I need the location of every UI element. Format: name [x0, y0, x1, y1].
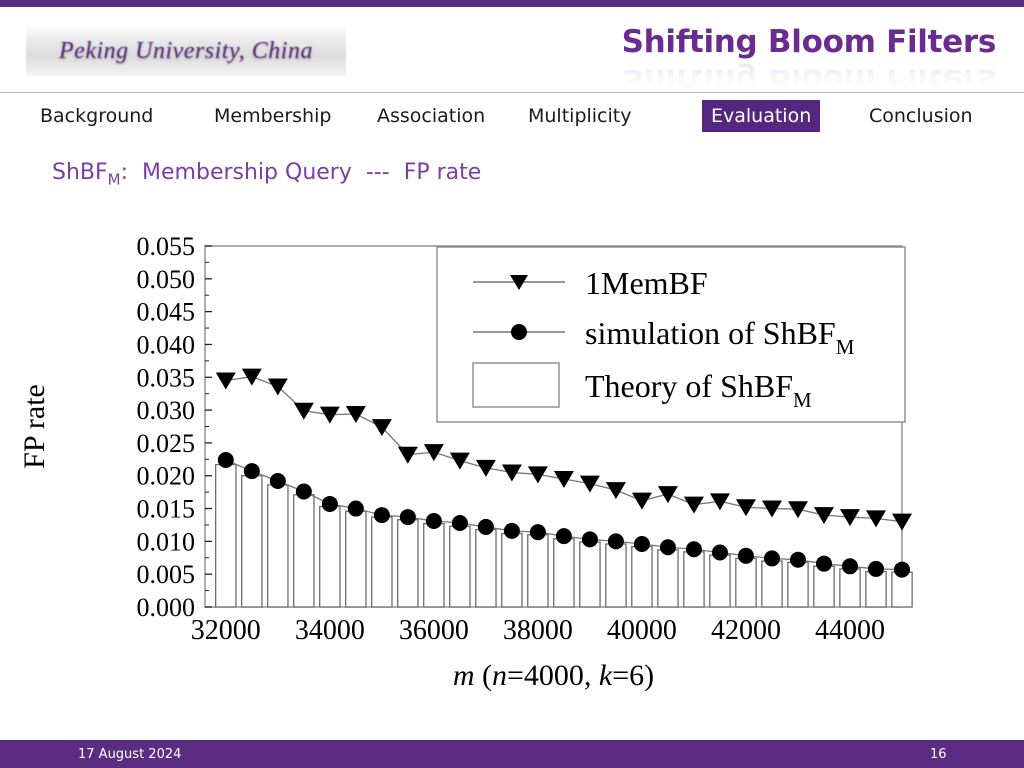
page-title: Shifting Bloom Filters — [621, 24, 997, 60]
circle-marker — [685, 541, 702, 558]
nav-divider — [0, 92, 1024, 93]
circle-marker — [425, 513, 442, 530]
y-tick-label: 0.000 — [137, 593, 196, 622]
bar — [345, 510, 367, 608]
nav-item-background[interactable]: Background — [31, 100, 162, 132]
circle-marker — [789, 551, 806, 568]
slide-subtitle: ShBFM: Membership Query --- FP rate — [52, 160, 481, 188]
bar — [683, 551, 705, 608]
bar — [241, 475, 263, 608]
nav-item-membership[interactable]: Membership — [205, 100, 340, 132]
circle-marker — [867, 560, 884, 577]
bar — [605, 543, 627, 608]
legend-label-1membf: 1MemBF — [585, 265, 708, 301]
subtitle-main: Membership Query — [142, 160, 352, 185]
circle-marker — [477, 518, 494, 535]
bar — [839, 568, 861, 608]
y-axis-label: FP rate — [18, 384, 51, 469]
circle-marker — [841, 558, 858, 575]
x-tick-label: 34000 — [295, 615, 365, 646]
bar — [319, 505, 341, 608]
university-logo: Peking University, China — [26, 26, 346, 76]
bar — [787, 561, 809, 608]
nav-item-association[interactable]: Association — [368, 100, 494, 132]
y-tick-label: 0.020 — [137, 462, 196, 491]
nav-item-conclusion[interactable]: Conclusion — [860, 100, 982, 132]
x-tick-label: 42000 — [711, 615, 781, 646]
legend-circle-icon — [511, 324, 527, 340]
subtitle-subscript: M — [107, 170, 121, 189]
bar — [657, 549, 679, 608]
circle-marker — [763, 550, 780, 567]
y-tick-label: 0.010 — [137, 527, 196, 556]
x-axis-label: m (n=4000, k=6) — [453, 659, 654, 692]
circle-marker — [217, 451, 234, 468]
x-tick-label: 40000 — [607, 615, 677, 646]
bar — [761, 560, 783, 608]
subtitle-colon: : — [120, 160, 129, 185]
bar — [371, 516, 393, 608]
y-tick-label: 0.005 — [137, 560, 196, 589]
footer-date: 17 August 2024 — [78, 747, 182, 762]
bar — [709, 554, 731, 608]
x-tick-label: 32000 — [191, 615, 261, 646]
bar — [423, 522, 445, 608]
circle-marker — [607, 533, 624, 550]
y-tick-label: 0.030 — [137, 396, 196, 425]
bar — [293, 494, 315, 608]
circle-marker — [711, 544, 728, 561]
y-tick-label: 0.035 — [137, 363, 196, 392]
subtitle-dashes: --- — [365, 160, 390, 185]
nav-item-multiplicity[interactable]: Multiplicity — [519, 100, 640, 132]
circle-marker — [373, 507, 390, 524]
y-tick-label: 0.040 — [137, 330, 196, 359]
y-tick-label: 0.055 — [137, 232, 196, 261]
circle-marker — [503, 522, 520, 539]
bar — [579, 541, 601, 608]
circle-marker — [737, 547, 754, 564]
fp-rate-chart: 0.000 0.005 0.010 0.015 0.020 0.025 0.030 0.035… — [0, 215, 1024, 715]
circle-marker — [894, 561, 910, 578]
circle-marker — [295, 483, 312, 500]
y-tick-label: 0.015 — [137, 495, 196, 524]
bar — [813, 565, 835, 608]
circle-marker — [399, 509, 416, 526]
top-accent-bar — [0, 0, 1024, 7]
section-nav: Background Membership Association Multip… — [0, 100, 1024, 136]
bar — [475, 528, 497, 608]
subtitle-tail: FP rate — [403, 160, 482, 185]
x-tick-label: 36000 — [399, 615, 469, 646]
university-logo-text: Peking University, China — [59, 37, 313, 64]
bar — [735, 557, 757, 608]
circle-marker — [269, 472, 286, 489]
circle-marker — [243, 463, 260, 480]
circle-marker — [659, 539, 676, 556]
circle-marker — [815, 555, 832, 572]
circle-marker — [347, 500, 364, 517]
circle-marker — [451, 514, 468, 531]
circle-marker — [321, 495, 338, 512]
bar — [397, 519, 419, 608]
bar — [267, 484, 289, 608]
bar — [527, 534, 549, 608]
circle-marker — [529, 524, 546, 541]
nav-item-evaluation[interactable]: Evaluation — [702, 100, 821, 132]
chart-svg: 0.000 0.005 0.010 0.015 0.020 0.025 0.030 0.035… — [18, 232, 913, 692]
subtitle-prefix: ShBF — [52, 160, 108, 185]
bar — [449, 525, 471, 608]
bar — [215, 463, 237, 608]
circle-marker — [555, 528, 572, 545]
y-tick-label: 0.025 — [137, 429, 196, 458]
x-tick-label: 38000 — [503, 615, 573, 646]
circle-marker — [633, 535, 650, 552]
legend-bar-icon — [472, 362, 560, 408]
footer-page-number: 16 — [930, 747, 947, 762]
y-tick-label: 0.045 — [137, 298, 196, 327]
y-tick-label: 0.050 — [137, 265, 196, 294]
bar — [553, 538, 575, 608]
bar — [631, 545, 653, 608]
x-tick-label: 44000 — [815, 615, 885, 646]
bar — [501, 532, 523, 608]
circle-marker — [581, 531, 598, 548]
